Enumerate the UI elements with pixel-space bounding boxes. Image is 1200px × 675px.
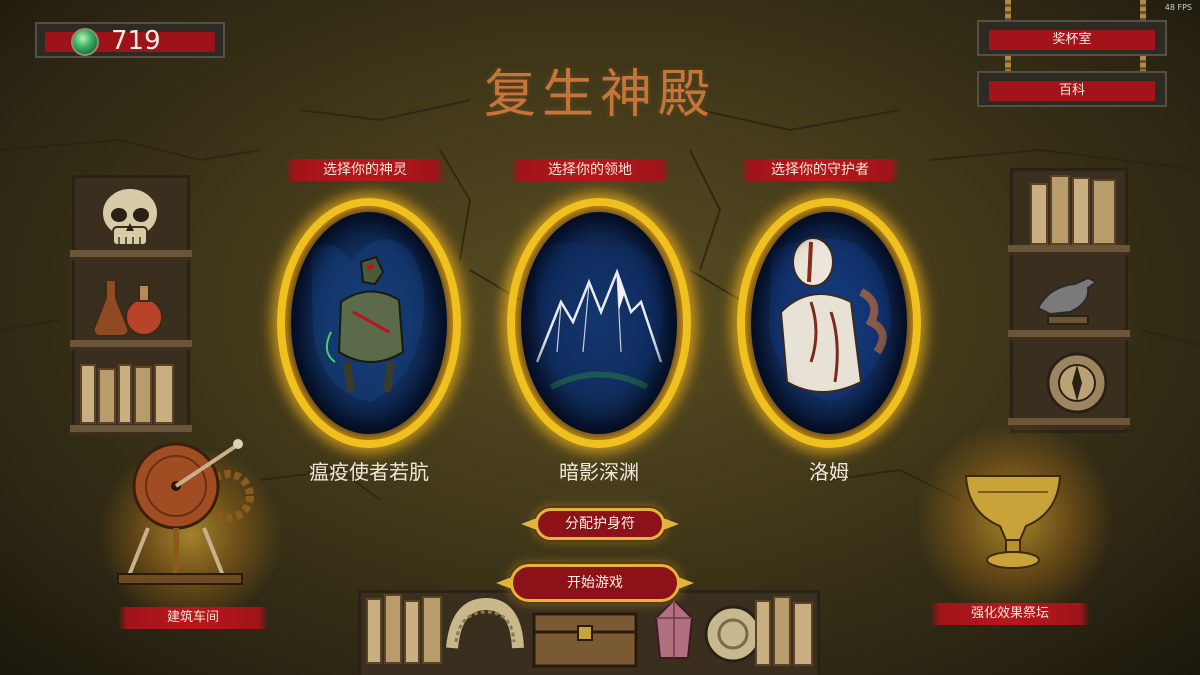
assign-amulets-label: 分配护身符: [565, 516, 635, 532]
god-select-header: 选择你的神灵: [285, 158, 445, 182]
temple-scene: 719 奖杯室 百科 48 FPS 复生神殿 选择你的神灵 选择你的领地 选择你…: [0, 0, 1200, 675]
page-title: 复生神殿: [483, 65, 716, 125]
plague-god-portrait: [311, 239, 425, 402]
domain-select-header: 选择你的领地: [510, 158, 670, 182]
treasure-chest-icon: [532, 612, 638, 668]
guardian-portal[interactable]: [737, 198, 921, 448]
bottom-books-right: [755, 596, 817, 666]
shelf-plank: [70, 250, 192, 260]
shelf-plank: [1008, 330, 1130, 340]
workshop-label[interactable]: 建筑车间: [118, 607, 268, 629]
fossil-jaw-icon: [446, 598, 524, 649]
workshop-wheel-icon[interactable]: [108, 438, 268, 590]
book-stack-left: [80, 362, 180, 424]
trophy-room-button[interactable]: 奖杯室: [977, 20, 1167, 56]
shelf-plank: [1008, 245, 1130, 255]
guardian-name: 洛姆: [809, 460, 849, 484]
raven-icon: [1036, 276, 1098, 325]
crystal-icon: [654, 598, 694, 659]
assign-amulets-button[interactable]: 分配护身符: [521, 508, 679, 540]
altar-label[interactable]: 强化效果祭坛: [930, 603, 1090, 625]
round-emblem-icon: [1046, 352, 1108, 414]
book-stack-right: [1030, 175, 1120, 245]
skull-icon: [101, 187, 159, 246]
bottom-books-left: [366, 594, 446, 664]
potion-flasks-icon: [92, 279, 163, 337]
shelf-plank: [70, 425, 192, 435]
trophy-room-label: 奖杯室: [1052, 32, 1092, 47]
shelf-plank: [70, 340, 192, 350]
guardian-portrait: [769, 237, 891, 402]
domain-name: 暗影深渊: [559, 460, 639, 484]
fps-counter: 48 FPS: [1164, 3, 1192, 12]
start-game-label: 开始游戏: [567, 575, 623, 591]
goblet-altar-icon[interactable]: [958, 468, 1068, 573]
god-portal[interactable]: [277, 198, 461, 448]
domain-portal[interactable]: [507, 198, 691, 448]
shadow-abyss-mountains: [535, 242, 664, 397]
start-game-button[interactable]: 开始游戏: [496, 564, 694, 602]
god-name: 瘟疫使者若肮: [309, 460, 429, 484]
guardian-select-header: 选择你的守护者: [740, 158, 900, 182]
